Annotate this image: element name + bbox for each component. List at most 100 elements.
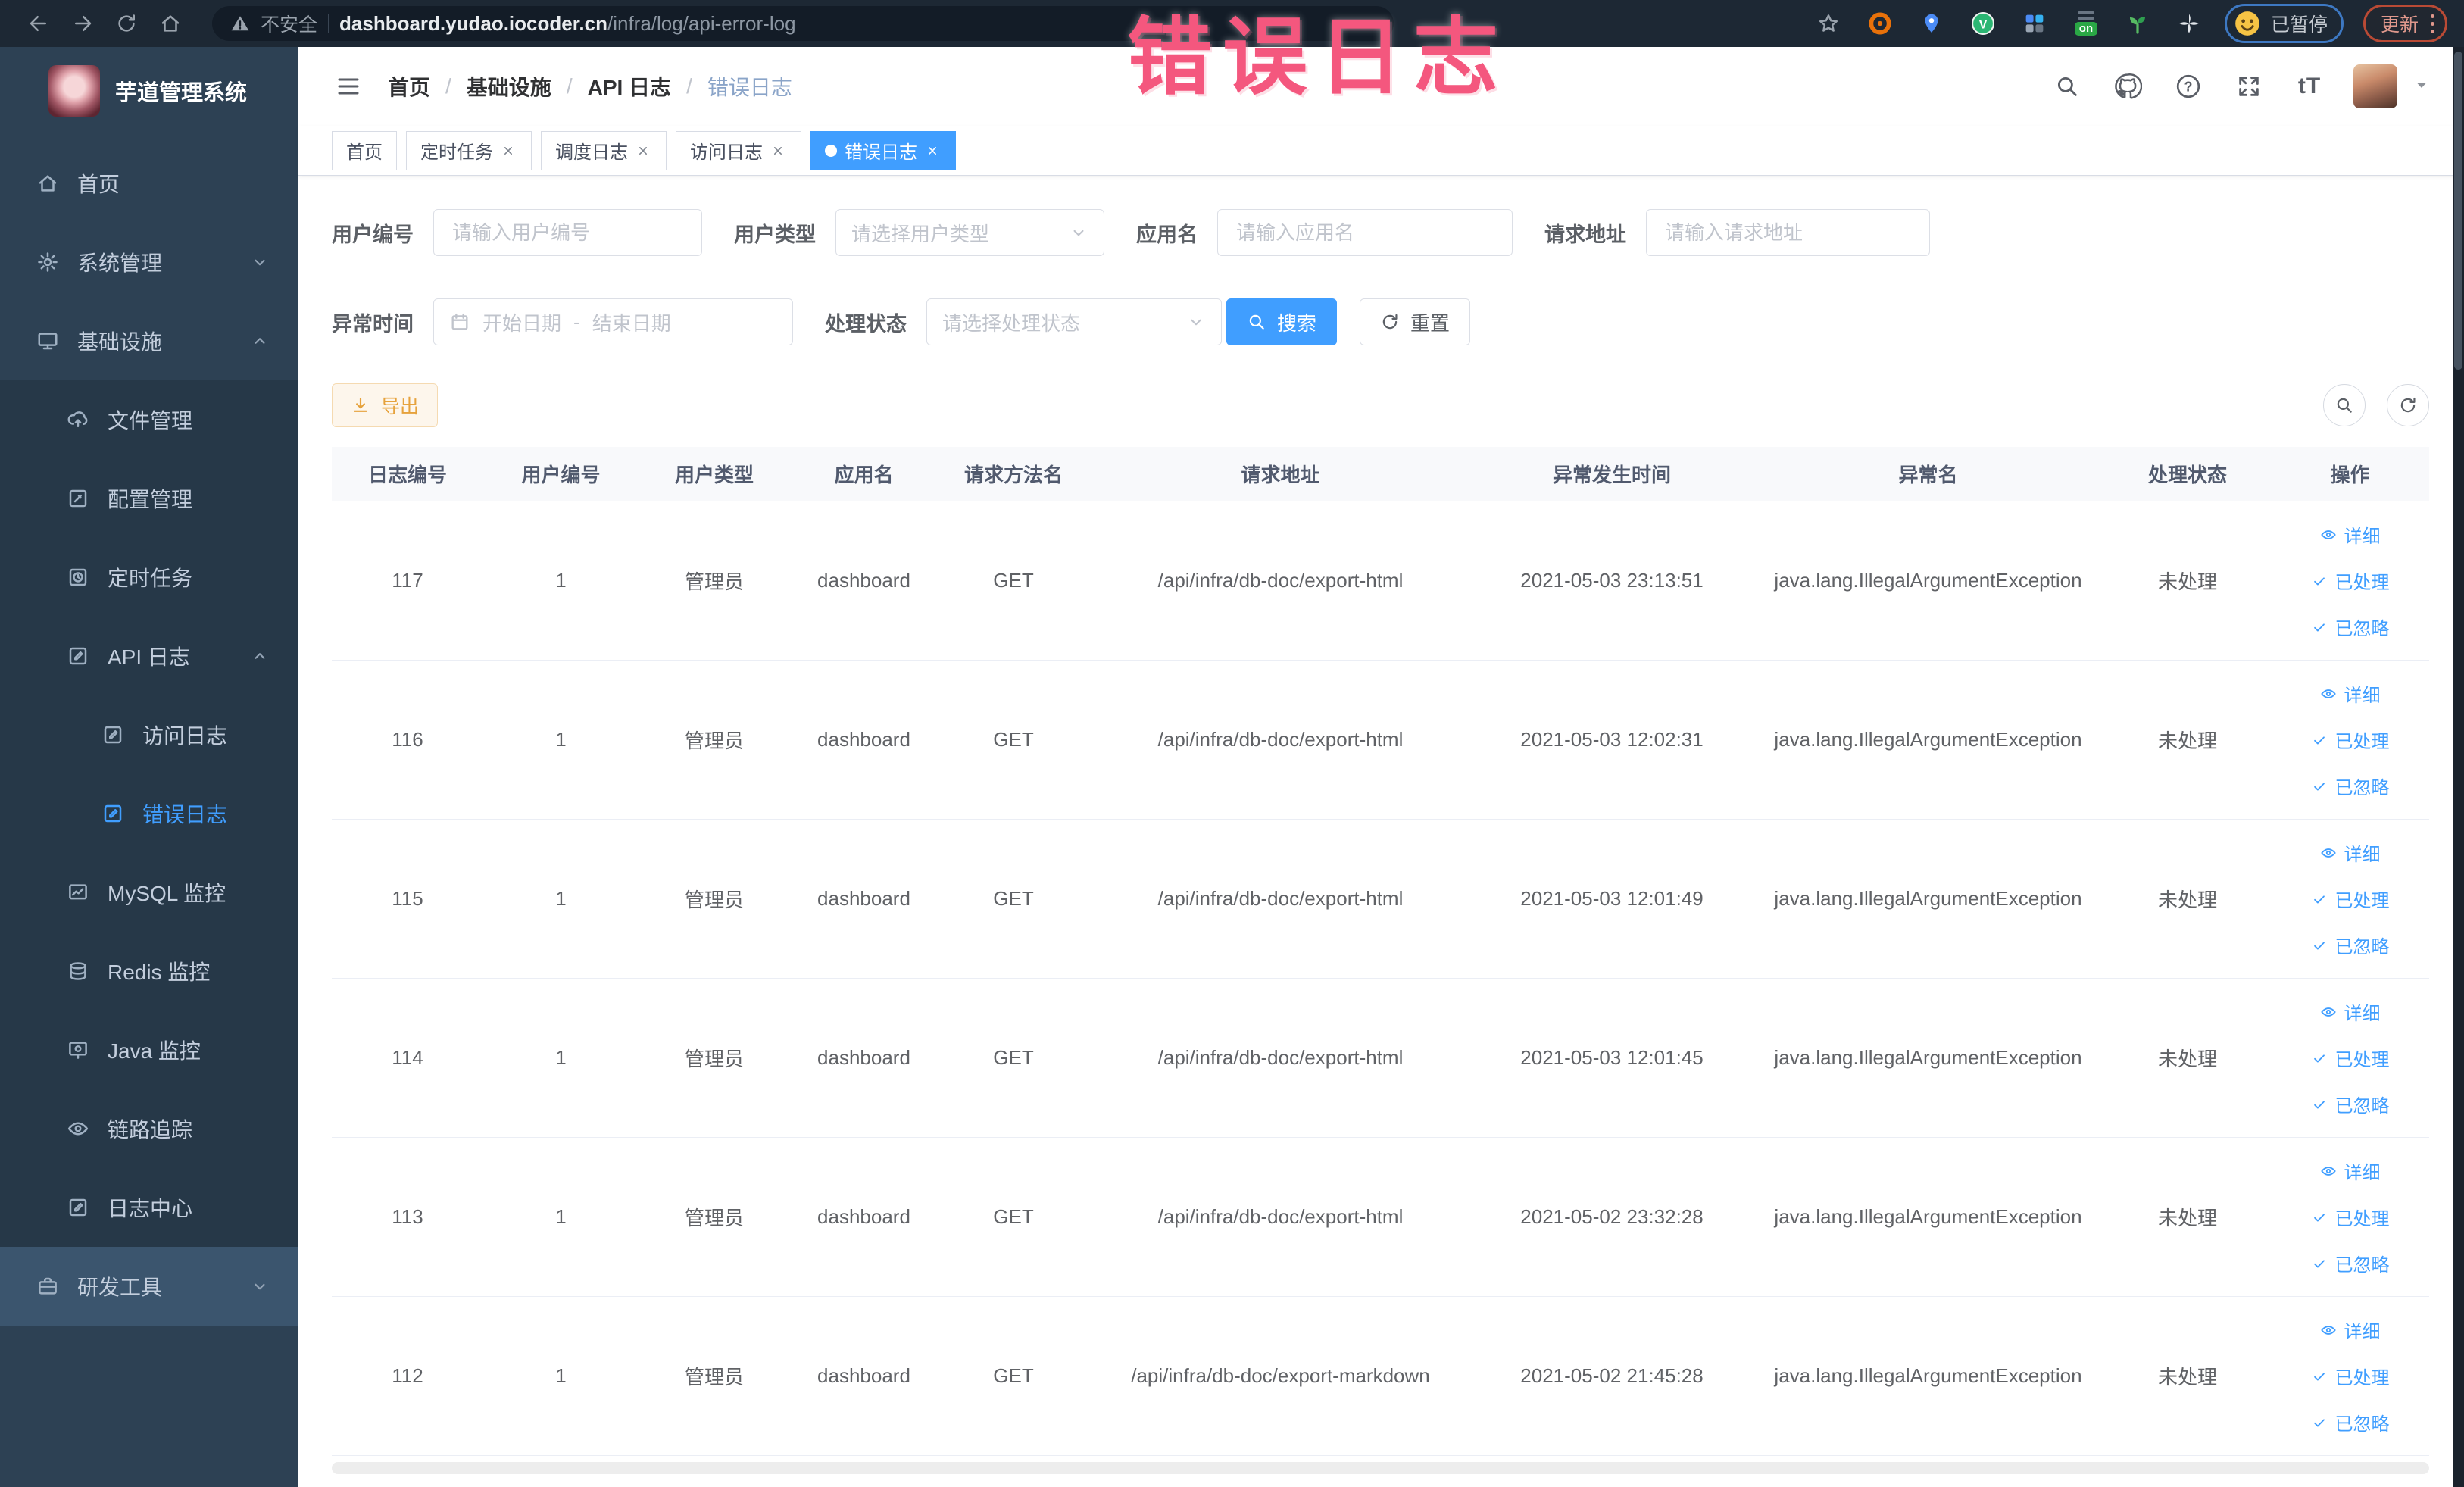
ignored-link[interactable]: 已忽略: [2311, 932, 2390, 958]
app-title: 芋道管理系统: [115, 81, 248, 105]
close-icon[interactable]: [925, 142, 942, 159]
table-cell: java.lang.IllegalArgumentException: [1774, 1205, 2082, 1228]
request-url-input[interactable]: [1646, 209, 1930, 256]
user-menu-caret-icon[interactable]: [2412, 76, 2431, 98]
search-button[interactable]: 搜索: [1226, 298, 1338, 345]
horizontal-scrollbar[interactable]: [332, 1462, 2429, 1474]
processed-link[interactable]: 已处理: [2311, 567, 2390, 594]
vertical-scrollbar[interactable]: [2453, 47, 2464, 1487]
process-status-select[interactable]: 请选择处理状态: [926, 298, 1222, 345]
tab-2[interactable]: 调度日志: [541, 130, 667, 170]
font-size-icon[interactable]: tT: [2293, 70, 2326, 103]
ignored-link[interactable]: 已忽略: [2311, 1250, 2390, 1276]
sidebar-item-error-log[interactable]: 错误日志: [0, 774, 298, 853]
sidebar-item-dev-tool[interactable]: 研发工具: [0, 1247, 298, 1326]
ignored-link[interactable]: 已忽略: [2311, 773, 2390, 799]
toggle-search-button[interactable]: [2323, 384, 2366, 426]
reset-button[interactable]: 重置: [1360, 298, 1471, 345]
breadcrumb-infra[interactable]: 基础设施: [467, 71, 551, 102]
ignored-link[interactable]: 已忽略: [2311, 614, 2390, 640]
table-cell: 管理员: [684, 1366, 744, 1389]
sidebar-toggle-button[interactable]: [332, 70, 365, 103]
extension-sprout-icon[interactable]: [2122, 8, 2153, 39]
processed-link[interactable]: 已处理: [2311, 1363, 2390, 1389]
bookmark-star-icon[interactable]: [1813, 8, 1844, 39]
processed-link[interactable]: 已处理: [2311, 726, 2390, 753]
sidebar-item-job[interactable]: 定时任务: [0, 538, 298, 617]
processed-link[interactable]: 已处理: [2311, 1045, 2390, 1071]
table-row: 113 1 管理员 dashboard GET/api/infra/db-doc/exp…: [332, 1138, 2429, 1297]
sidebar-item-redis[interactable]: Redis 监控: [0, 932, 298, 1011]
browser-update-button[interactable]: 更新: [2363, 5, 2447, 42]
sidebar-item-config[interactable]: 配置管理: [0, 459, 298, 538]
app-logo[interactable]: 芋道管理系统: [0, 47, 298, 135]
extension-pinwheel-icon[interactable]: [2173, 8, 2205, 39]
ignored-link[interactable]: 已忽略: [2311, 1091, 2390, 1117]
user-avatar[interactable]: [2353, 64, 2397, 108]
browser-back-button[interactable]: [17, 6, 61, 41]
browser-home-button[interactable]: [148, 6, 192, 41]
export-button[interactable]: 导出: [332, 383, 439, 427]
extension-on-switch-icon[interactable]: on: [2070, 8, 2102, 39]
sidebar-item-mysql[interactable]: MySQL 监控: [0, 853, 298, 932]
extension-orange-ring-icon[interactable]: [1864, 8, 1896, 39]
sidebar-item-system[interactable]: 系统管理: [0, 223, 298, 301]
breadcrumb-home[interactable]: 首页: [388, 71, 430, 102]
breadcrumb-api-log[interactable]: API 日志: [588, 71, 671, 102]
browser-forward-button[interactable]: [61, 6, 105, 41]
chevron-down-icon: [255, 1283, 265, 1290]
svg-text:V: V: [1978, 18, 1987, 32]
user-type-select[interactable]: 请选择用户类型: [835, 209, 1104, 256]
eye-icon: [67, 1122, 89, 1136]
view-icon: [2320, 1325, 2336, 1335]
table-cell: 2021-05-02 23:32:28: [1520, 1205, 1704, 1228]
table-cell: 1: [555, 569, 567, 592]
detail-link[interactable]: 详细: [2320, 998, 2381, 1025]
monitor-icon: [38, 333, 58, 350]
tab-4[interactable]: 错误日志: [810, 130, 956, 170]
processed-link[interactable]: 已处理: [2311, 1204, 2390, 1230]
processed-link[interactable]: 已处理: [2311, 886, 2390, 912]
table-cell: /api/infra/db-doc/export-html: [1157, 1205, 1404, 1228]
detail-link[interactable]: 详细: [2320, 839, 2381, 866]
close-icon[interactable]: [636, 142, 652, 159]
table-cell: GET: [993, 1046, 1034, 1069]
close-icon: [929, 146, 936, 155]
help-icon[interactable]: ?: [2172, 70, 2205, 103]
sidebar-item-file[interactable]: 文件管理: [0, 380, 298, 459]
extension-grid-icon[interactable]: [2019, 8, 2050, 39]
detail-link[interactable]: 详细: [2320, 1317, 2381, 1343]
ignored-link[interactable]: 已忽略: [2311, 1409, 2390, 1435]
sidebar-item-java[interactable]: Java 监控: [0, 1011, 298, 1089]
sidebar-item-infra[interactable]: 基础设施: [0, 301, 298, 380]
sidebar-item-home[interactable]: 首页: [0, 144, 298, 223]
paused-profile-badge[interactable]: 已暂停: [2224, 4, 2344, 43]
user-id-input[interactable]: [433, 209, 702, 256]
detail-link[interactable]: 详细: [2320, 521, 2381, 548]
exception-time-range-picker[interactable]: 开始日期 - 结束日期: [433, 298, 793, 345]
chevron-down-icon: [255, 259, 265, 266]
sidebar-item-log-center[interactable]: 日志中心: [0, 1168, 298, 1247]
address-bar[interactable]: 不安全 dashboard.yudao.iocoder.cn/infra/log…: [212, 6, 1394, 41]
detail-link[interactable]: 详细: [2320, 1157, 2381, 1184]
tab-3[interactable]: 访问日志: [676, 130, 801, 170]
refresh-table-button[interactable]: [2387, 384, 2429, 426]
column-header: 异常发生时间: [1552, 464, 1671, 486]
close-icon[interactable]: [770, 142, 787, 159]
fullscreen-icon[interactable]: [2232, 70, 2266, 103]
tab-1[interactable]: 定时任务: [406, 130, 532, 170]
app-name-input[interactable]: [1217, 209, 1513, 256]
column-header: 请求方法名: [963, 464, 1063, 486]
browser-menu-icon[interactable]: [2431, 14, 2434, 33]
github-icon[interactable]: [2111, 70, 2144, 103]
extension-location-pin-icon[interactable]: [1916, 8, 1947, 39]
close-icon[interactable]: [501, 142, 517, 159]
search-icon[interactable]: [2050, 70, 2084, 103]
detail-link[interactable]: 详细: [2320, 680, 2381, 707]
browser-reload-button[interactable]: [105, 6, 148, 41]
sidebar-item-trace[interactable]: 链路追踪: [0, 1089, 298, 1168]
sidebar-item-api-log[interactable]: API 日志: [0, 617, 298, 695]
sidebar-item-access-log[interactable]: 访问日志: [0, 695, 298, 774]
extension-v-badge-icon[interactable]: V: [1967, 8, 1999, 39]
tab-0[interactable]: 首页: [332, 130, 397, 170]
